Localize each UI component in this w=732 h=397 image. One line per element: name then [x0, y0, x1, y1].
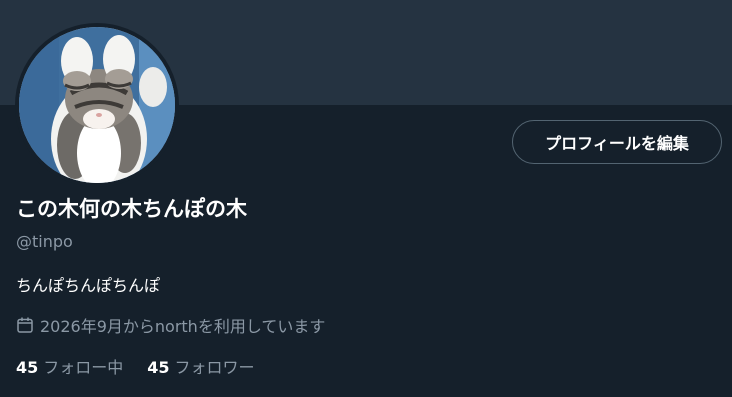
profile-avatar[interactable] [15, 23, 179, 187]
follow-stats: 45 フォロー中 45 フォロワー [16, 354, 279, 378]
user-handle: @tinpo [16, 232, 73, 251]
followers-label: フォロワー [174, 358, 255, 377]
join-date: 2026年9月からnorthを利用しています [16, 313, 325, 337]
edit-profile-button[interactable]: プロフィールを編集 [512, 120, 722, 164]
profile-bio: ちんぽちんぽちんぽ [16, 276, 161, 295]
following-label: フォロー中 [43, 358, 124, 377]
display-name: この木何の木ちんぽの木 [16, 197, 247, 221]
followers-count: 45 [147, 358, 170, 377]
cat-avatar-image [19, 27, 175, 183]
following-link[interactable]: 45 フォロー中 [16, 354, 123, 378]
followers-link[interactable]: 45 フォロワー [147, 354, 254, 378]
calendar-icon [17, 317, 33, 333]
join-date-text: 2026年9月からnorthを利用しています [40, 317, 326, 336]
following-count: 45 [16, 358, 39, 377]
